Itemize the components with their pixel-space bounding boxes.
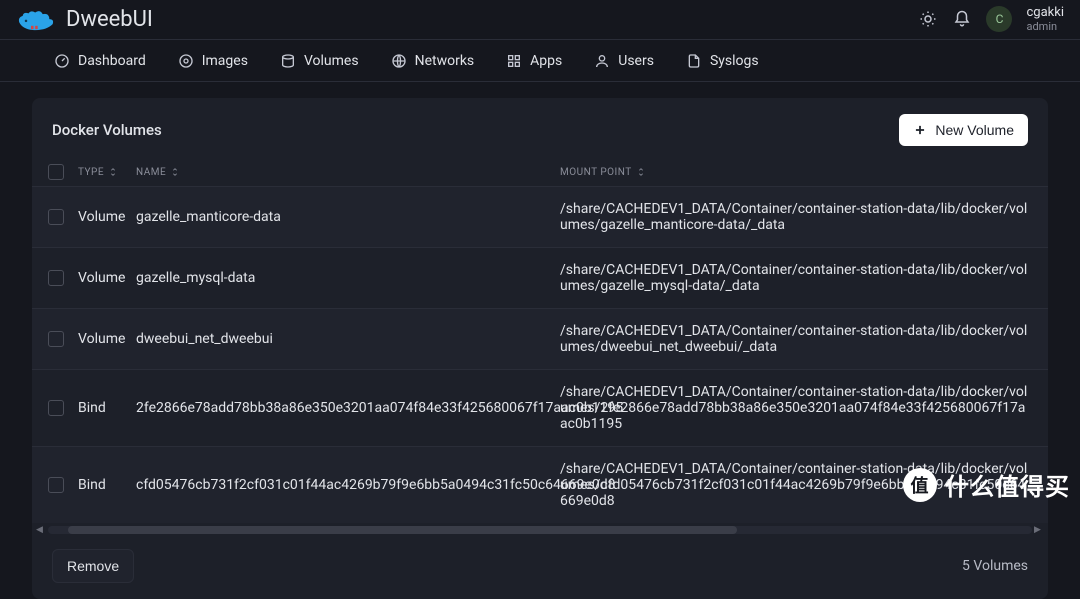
cell-name: dweebui_net_dweebui [136,331,273,347]
row-checkbox[interactable] [48,331,64,347]
nav-label: Volumes [304,53,359,69]
cell-mount: /share/CACHEDEV1_DATA/Container/containe… [560,384,1028,432]
user-block[interactable]: cgakki admin [1026,6,1064,32]
tab-dashboard[interactable]: Dashboard [40,40,160,81]
tab-volumes[interactable]: Volumes [266,40,373,81]
nav-label: Apps [530,53,562,69]
theme-toggle-icon[interactable] [918,9,938,29]
cell-name: 2fe2866e78add78bb38a86e350e3201aa074f84e… [136,400,623,416]
tab-images[interactable]: Images [164,40,262,81]
cell-type: Bind [78,477,106,493]
scroll-thumb[interactable] [68,526,737,534]
file-icon [686,53,702,69]
volumes-card: Docker Volumes New Volume TYPE NAME MOUN… [32,98,1048,599]
logo-area[interactable]: DweebUI [16,7,153,33]
cell-type: Volume [78,270,125,286]
new-volume-button[interactable]: New Volume [899,114,1028,146]
user-icon [594,53,610,69]
scroll-track[interactable] [48,526,1032,534]
nav-label: Images [202,53,248,69]
cell-mount: /share/CACHEDEV1_DATA/Container/containe… [560,461,1028,509]
row-checkbox[interactable] [48,209,64,225]
tab-syslogs[interactable]: Syslogs [672,40,773,81]
select-all-checkbox[interactable] [48,164,64,180]
page-title: Docker Volumes [52,121,162,139]
table-row[interactable]: Volume gazelle_manticore-data /share/CAC… [32,186,1048,247]
cell-mount: /share/CACHEDEV1_DATA/Container/containe… [560,323,1028,355]
column-type[interactable]: TYPE [78,167,136,178]
tab-networks[interactable]: Networks [377,40,489,81]
remove-button[interactable]: Remove [52,549,134,583]
row-checkbox[interactable] [48,270,64,286]
new-volume-label: New Volume [935,122,1014,138]
cell-name: gazelle_mysql-data [136,270,255,286]
whale-logo-icon [16,7,56,33]
brand-title: DweebUI [66,7,153,32]
user-role: admin [1026,21,1064,33]
topbar: DweebUI C cgakki admin [0,0,1080,40]
table-header: TYPE NAME MOUNT POINT [32,158,1048,186]
sort-icon [636,167,646,177]
nav-label: Syslogs [710,53,759,69]
gauge-icon [54,53,70,69]
cell-name: gazelle_manticore-data [136,209,281,225]
cell-name: cfd05476cb731f2cf031c01f44ac4269b79f9e6b… [136,477,616,493]
globe-icon [391,53,407,69]
tab-users[interactable]: Users [580,40,668,81]
sort-icon [170,167,180,177]
table-row[interactable]: Bind cfd05476cb731f2cf031c01f44ac4269b79… [32,446,1048,523]
row-checkbox[interactable] [48,400,64,416]
cell-type: Volume [78,331,125,347]
table-row[interactable]: Bind 2fe2866e78add78bb38a86e350e3201aa07… [32,369,1048,446]
column-name[interactable]: NAME [136,167,560,178]
table-row[interactable]: Volume gazelle_mysql-data /share/CACHEDE… [32,247,1048,308]
sort-icon [108,167,118,177]
horizontal-scrollbar[interactable]: ◀ ▶ [32,523,1048,537]
user-name: cgakki [1026,6,1064,20]
nav-label: Networks [415,53,475,69]
nav-label: Dashboard [78,53,146,69]
volume-count: 5 Volumes [962,558,1028,574]
grid-icon [506,53,522,69]
cell-type: Volume [78,209,125,225]
cell-mount: /share/CACHEDEV1_DATA/Container/containe… [560,201,1028,233]
plus-icon [913,123,927,137]
database-icon [280,53,296,69]
cell-type: Bind [78,400,106,416]
nav-label: Users [618,53,654,69]
scroll-right-icon[interactable]: ▶ [1034,525,1044,535]
scroll-left-icon[interactable]: ◀ [36,525,46,535]
cell-mount: /share/CACHEDEV1_DATA/Container/containe… [560,262,1028,294]
avatar[interactable]: C [986,6,1012,32]
tab-apps[interactable]: Apps [492,40,576,81]
table-row[interactable]: Volume dweebui_net_dweebui /share/CACHED… [32,308,1048,369]
notifications-icon[interactable] [952,9,972,29]
row-checkbox[interactable] [48,477,64,493]
image-icon [178,53,194,69]
main-nav: Dashboard Images Volumes Networks Apps U… [0,40,1080,82]
column-mount[interactable]: MOUNT POINT [560,167,1028,178]
